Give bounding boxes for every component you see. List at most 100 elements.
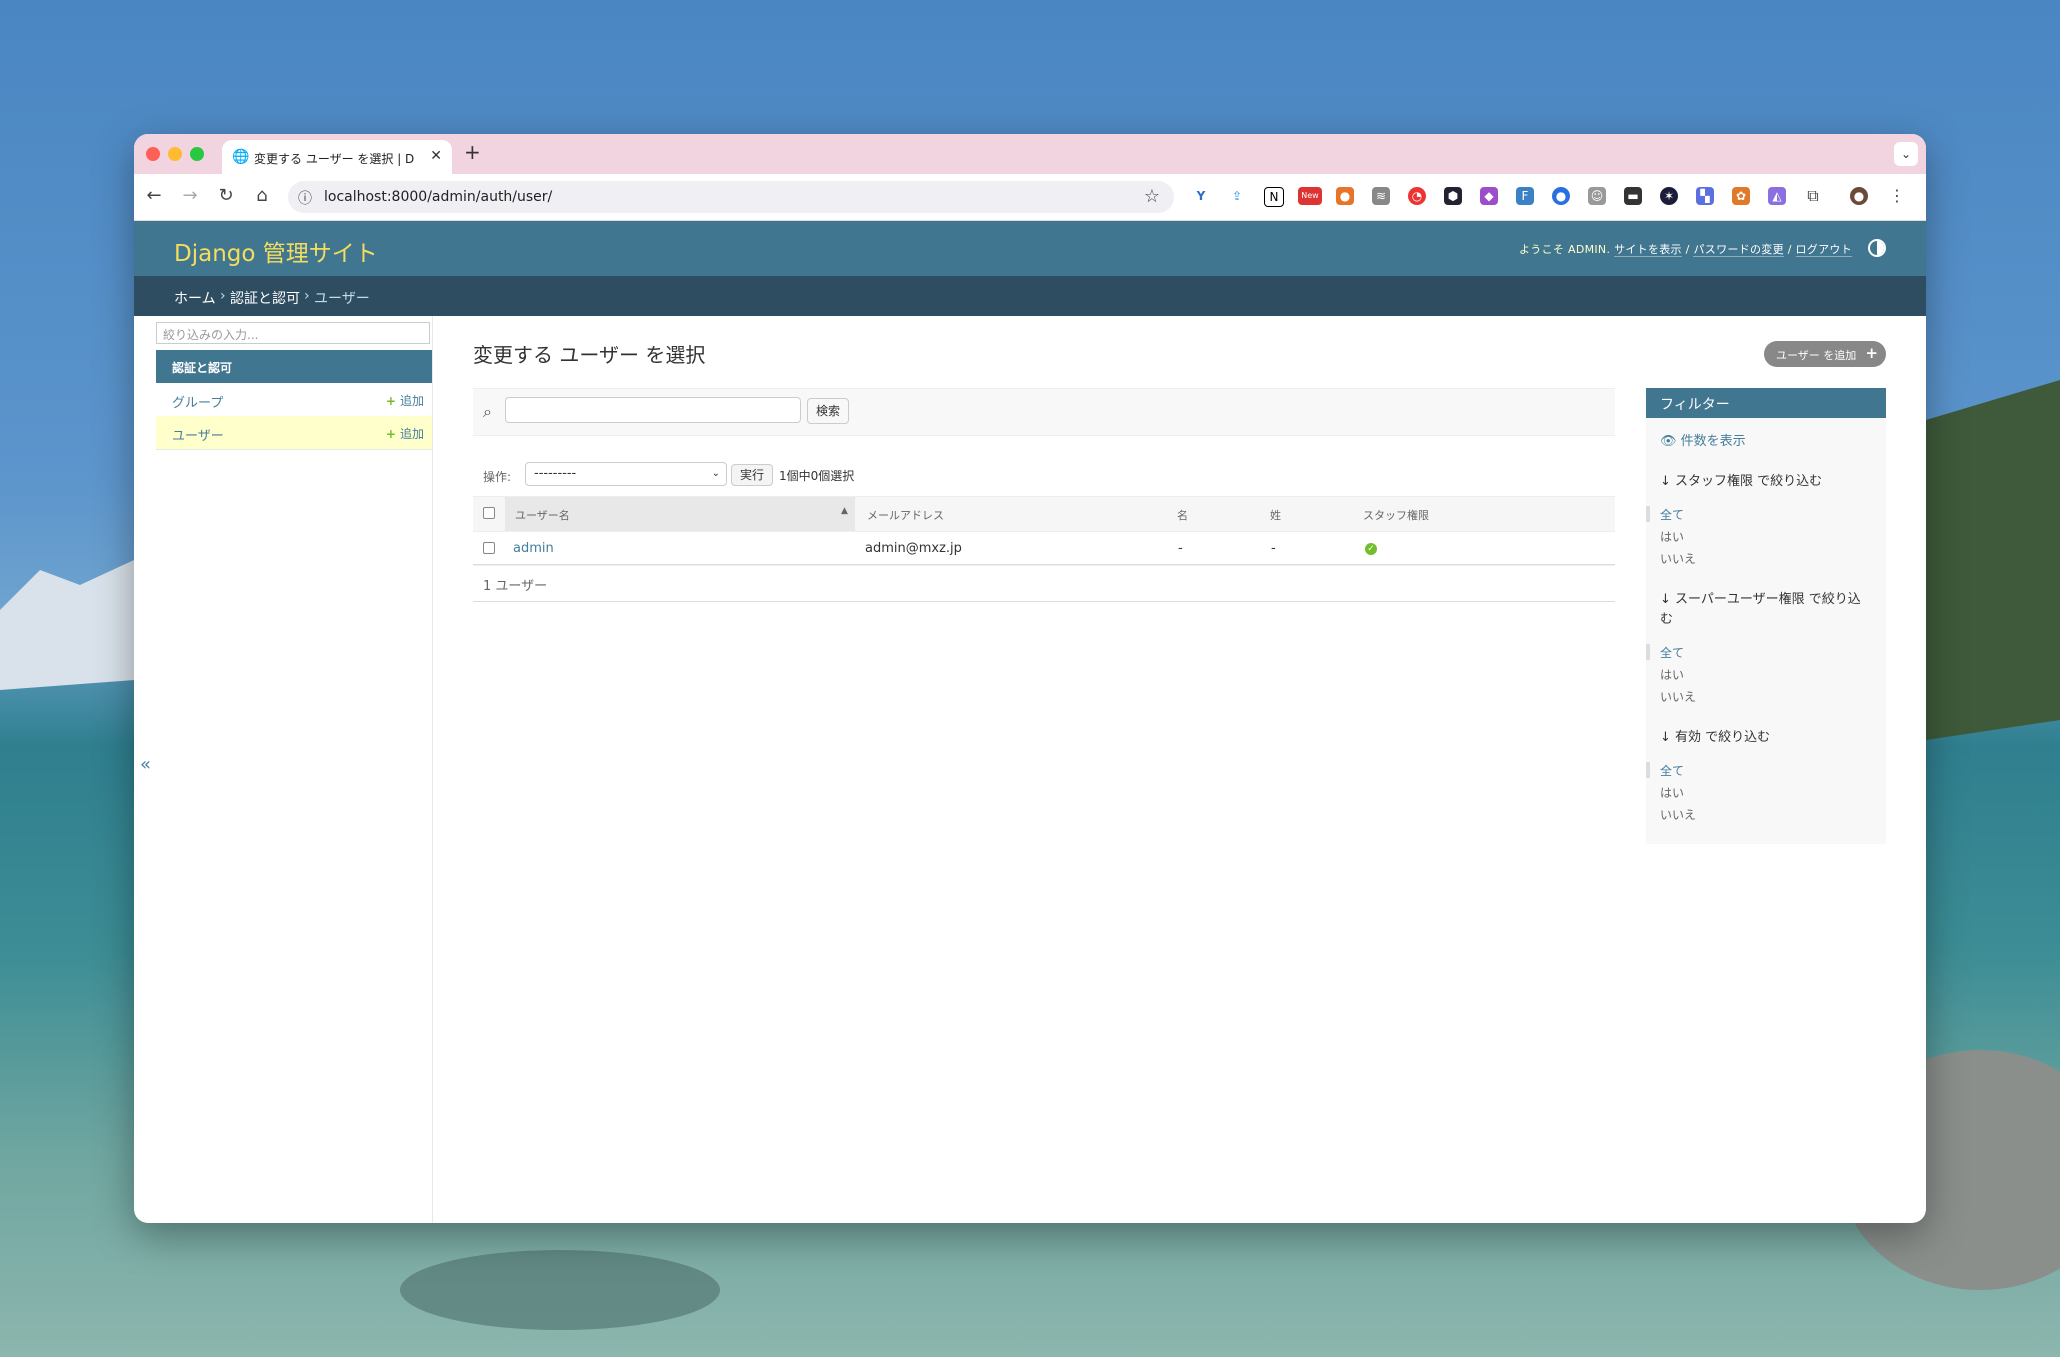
extension-icon[interactable]: ▚	[1696, 187, 1714, 205]
breadcrumb-home[interactable]: ホーム	[174, 288, 216, 308]
view-site-link[interactable]: サイトを表示	[1614, 243, 1682, 257]
sidebar-item-users[interactable]: ユーザー + 追加	[156, 416, 432, 450]
column-email[interactable]: メールアドレス	[867, 507, 944, 523]
breadcrumb-app[interactable]: 認証と認可	[230, 288, 300, 308]
arrow-down-icon: ↓	[1660, 474, 1671, 489]
extension-icon[interactable]: ⬢	[1444, 187, 1462, 205]
site-header: Django 管理サイト ようこそ ADMIN. サイトを表示 / パスワードの…	[134, 221, 1926, 276]
filter-option[interactable]: いいえ	[1660, 806, 1696, 823]
theme-toggle-icon[interactable]	[1868, 239, 1886, 257]
sidebar-item-label[interactable]: ユーザー	[172, 425, 224, 444]
home-button[interactable]: ⌂	[250, 185, 274, 206]
table-row: admin admin@mxz.jp - - ✓	[473, 532, 1615, 566]
browser-toolbar: ← → ↻ ⌂ ⓘ localhost:8000/admin/auth/user…	[134, 174, 1926, 221]
search-input[interactable]	[505, 397, 801, 423]
show-counts-link[interactable]: 👁 件数を表示	[1660, 430, 1746, 449]
toggle-sidebar-button[interactable]: «	[140, 754, 151, 775]
bookmark-star-icon[interactable]: ☆	[1144, 186, 1160, 207]
forward-button[interactable]: →	[178, 185, 202, 206]
plus-icon: +	[385, 427, 396, 441]
extension-icon[interactable]: ◭	[1768, 187, 1786, 205]
sidebar-item-label[interactable]: グループ	[172, 392, 223, 411]
extensions-puzzle-icon[interactable]: ⧉	[1804, 187, 1822, 205]
filter-group-title: ↓ スーパーユーザー権限 で絞り込む	[1660, 590, 1870, 630]
address-bar[interactable]: ⓘ localhost:8000/admin/auth/user/ ☆	[288, 181, 1174, 213]
column-last-name[interactable]: 姓	[1270, 507, 1281, 523]
add-user-button[interactable]: ユーザー を追加 +	[1764, 341, 1886, 367]
new-badge-extension-icon[interactable]: New	[1298, 187, 1322, 205]
nav-filter-input[interactable]: 絞り込みの入力...	[156, 322, 430, 344]
share-icon[interactable]: ⇪	[1228, 187, 1246, 205]
browser-window: 🌐 変更する ユーザー を選択 | Django ✕ + ⌄ ← → ↻ ⌂ ⓘ…	[134, 134, 1926, 1223]
notion-icon[interactable]: N	[1264, 187, 1284, 207]
breadcrumb-separator: ›	[220, 288, 226, 304]
extension-icon[interactable]: ✶	[1660, 187, 1678, 205]
logout-link[interactable]: ログアウト	[1795, 243, 1852, 257]
site-info-icon[interactable]: ⓘ	[298, 188, 312, 208]
first-name-cell: -	[1178, 541, 1183, 556]
close-tab-icon[interactable]: ✕	[430, 148, 442, 164]
username-link[interactable]: admin	[513, 541, 554, 556]
tab-search-button[interactable]: ⌄	[1894, 142, 1918, 166]
filter-title: フィルター	[1660, 397, 1730, 413]
rss-icon[interactable]: ≋	[1372, 187, 1390, 205]
filter-option[interactable]: 全て	[1645, 644, 1684, 661]
sidebar-item-groups[interactable]: グループ + 追加	[156, 383, 432, 417]
check-yes-icon: ✓	[1365, 543, 1377, 555]
app-caption-label: 認証と認可	[172, 361, 233, 375]
page-title: 変更する ユーザー を選択	[473, 343, 706, 367]
selection-counter: 1個中0個選択	[779, 469, 855, 483]
extension-icon[interactable]: ✿	[1732, 187, 1750, 205]
filter-option[interactable]: いいえ	[1660, 688, 1696, 705]
row-checkbox[interactable]	[483, 542, 495, 554]
filter-group-label: スーパーユーザー権限 で絞り込む	[1660, 592, 1861, 627]
filter-option[interactable]: はい	[1660, 528, 1684, 545]
filter-option[interactable]: はい	[1660, 784, 1684, 801]
change-password-link[interactable]: パスワードの変更	[1693, 243, 1784, 257]
user-tools: ようこそ ADMIN. サイトを表示 / パスワードの変更 / ログアウト	[1519, 241, 1852, 257]
select-all-checkbox[interactable]	[483, 507, 495, 519]
search-button[interactable]: 検索	[807, 398, 849, 424]
sort-ascending-icon[interactable]: ▲	[841, 506, 848, 516]
browser-tab-active[interactable]: 🌐 変更する ユーザー を選択 | Django ✕	[222, 140, 452, 174]
reload-button[interactable]: ↻	[214, 185, 238, 206]
extension-icon[interactable]: ▬	[1624, 187, 1642, 205]
extension-icon[interactable]: ●	[1552, 187, 1570, 205]
filter-group-title: ↓ スタッフ権限 で絞り込む	[1660, 472, 1870, 492]
plus-icon: +	[1865, 344, 1878, 362]
extension-icon[interactable]: ◆	[1480, 187, 1498, 205]
add-user-label: ユーザー を追加	[1776, 349, 1857, 362]
add-user-link[interactable]: + 追加	[386, 425, 424, 442]
run-action-button[interactable]: 実行	[731, 464, 773, 486]
filter-option[interactable]: はい	[1660, 666, 1684, 683]
separator: /	[1787, 243, 1792, 256]
back-button[interactable]: ←	[142, 185, 166, 206]
extension-icon[interactable]: F	[1516, 187, 1534, 205]
new-tab-button[interactable]: +	[464, 140, 481, 164]
table-header: ユーザー名 ▲ メールアドレス 名 姓 スタッフ権限	[473, 496, 1615, 532]
minimize-window-button[interactable]	[168, 147, 182, 161]
action-select[interactable]: --------- ⌄	[525, 462, 727, 486]
extension-icon[interactable]: ●	[1336, 187, 1354, 205]
robot-icon[interactable]: ☺	[1588, 187, 1606, 205]
close-window-button[interactable]	[146, 147, 160, 161]
extension-icon[interactable]: ◔	[1408, 187, 1426, 205]
profile-avatar[interactable]: ●	[1850, 187, 1868, 205]
sidebar-app-auth[interactable]: 認証と認可	[156, 350, 432, 383]
column-first-name[interactable]: 名	[1177, 507, 1188, 523]
filter-group-label: 有効 で絞り込む	[1675, 730, 1771, 745]
site-branding[interactable]: Django 管理サイト	[174, 234, 378, 268]
nav-sidebar: 絞り込みの入力... 認証と認可 グループ + 追加 ユーザー + 追加	[156, 316, 433, 1223]
add-group-link[interactable]: + 追加	[386, 392, 424, 409]
breadcrumb-current: ユーザー	[314, 291, 370, 307]
eye-icon: 👁	[1660, 434, 1677, 449]
filter-option[interactable]: 全て	[1645, 506, 1684, 523]
column-staff-status[interactable]: スタッフ権限	[1363, 507, 1429, 523]
maximize-window-button[interactable]	[190, 147, 204, 161]
filter-option[interactable]: いいえ	[1660, 550, 1696, 567]
column-username[interactable]: ユーザー名	[515, 507, 570, 523]
url-text: localhost:8000/admin/auth/user/	[324, 189, 553, 205]
extension-icon[interactable]: Y	[1192, 187, 1210, 205]
browser-menu-icon[interactable]: ⋮	[1888, 187, 1906, 205]
filter-option[interactable]: 全て	[1645, 762, 1684, 779]
